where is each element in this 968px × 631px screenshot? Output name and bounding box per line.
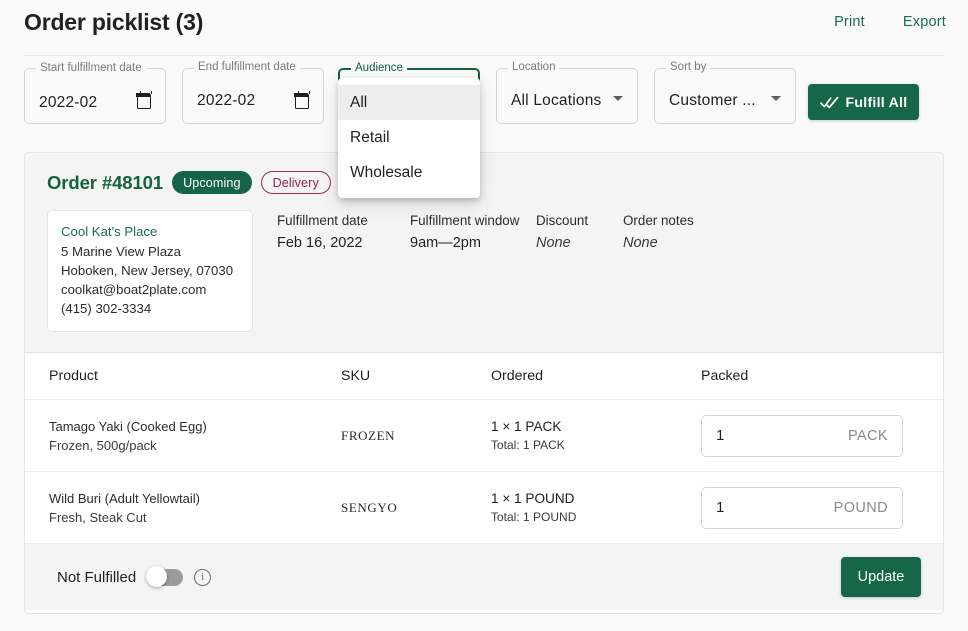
- column-header-sku: SKU: [341, 368, 371, 384]
- update-button[interactable]: Update: [841, 557, 921, 597]
- product-variant: Frozen, 500g/pack: [49, 437, 157, 453]
- export-button[interactable]: Export: [903, 14, 946, 30]
- ordered-cell: 1 × 1 PACK Total: 1 PACK: [491, 419, 701, 452]
- sort-by-value: Customer ...: [669, 92, 756, 109]
- customer-street: 5 Marine View Plaza: [61, 244, 181, 259]
- audience-label: Audience: [351, 62, 407, 75]
- order-card-footer: Not Fulfilled i Update: [25, 544, 943, 610]
- product-cell: Wild Buri (Adult Yellowtail) Fresh, Stea…: [25, 489, 341, 527]
- column-header-product: Product: [49, 368, 98, 384]
- fact-value: 9am—2pm: [410, 235, 481, 251]
- customer-name[interactable]: Cool Kat's Place: [61, 222, 239, 241]
- customer-email: coolkat@boat2plate.com: [61, 282, 207, 297]
- info-icon[interactable]: i: [194, 568, 212, 586]
- fulfill-all-label: Fulfill All: [845, 94, 908, 110]
- fact-value: None: [623, 235, 658, 251]
- fact-value: Feb 16, 2022: [277, 235, 363, 251]
- order-card-header: Order #48101 Upcoming Delivery Cool Kat'…: [25, 153, 943, 352]
- customer-phone: (415) 302-3334: [61, 301, 152, 316]
- packed-quantity-input[interactable]: 1 PACK: [701, 414, 903, 457]
- customer-address-card: Cool Kat's Place 5 Marine View Plaza Hob…: [47, 210, 253, 332]
- customer-city-state-zip: Hoboken, New Jersey, 07030: [61, 263, 234, 278]
- fulfillment-toggle-label: Not Fulfilled: [57, 568, 137, 586]
- calendar-icon[interactable]: [136, 90, 152, 109]
- table-row: Tamago Yaki (Cooked Egg) Frozen, 500g/pa…: [25, 400, 943, 472]
- audience-option-wholesale[interactable]: Wholesale: [338, 155, 480, 190]
- fact-label: Order notes: [623, 213, 694, 228]
- packed-quantity-input[interactable]: 1 POUND: [701, 486, 903, 529]
- order-info-row: Cool Kat's Place 5 Marine View Plaza Hob…: [47, 210, 921, 332]
- sort-by-label: Sort by: [666, 61, 711, 74]
- calendar-icon[interactable]: [294, 90, 310, 109]
- page-header: Order picklist (3) Print Export: [0, 0, 968, 48]
- status-badge: Upcoming: [172, 171, 252, 194]
- order-card: Order #48101 Upcoming Delivery Cool Kat'…: [24, 152, 944, 614]
- chevron-down-icon[interactable]: [613, 96, 623, 101]
- fact-value: None: [536, 235, 571, 251]
- packed-cell: 1 POUND: [701, 486, 941, 529]
- sku-cell: SENGYO: [341, 499, 491, 517]
- product-variant: Fresh, Steak Cut: [49, 509, 147, 525]
- ordered-total: Total: 1 POUND: [491, 510, 577, 524]
- header-actions: Print Export: [834, 14, 946, 30]
- start-date-field[interactable]: Start fulfillment date 2022-02: [24, 62, 166, 124]
- fulfillment-toggle-group: Not Fulfilled i: [57, 566, 212, 587]
- sku-cell: FROZEN: [341, 427, 491, 445]
- order-number[interactable]: Order #48101: [47, 172, 163, 194]
- packed-cell: 1 PACK: [701, 414, 941, 457]
- fact-label: Discount: [536, 213, 589, 228]
- location-select[interactable]: Location All Locations: [496, 61, 638, 124]
- packed-quantity-value: 1: [716, 427, 725, 444]
- fulfillment-toggle[interactable]: [146, 566, 184, 587]
- column-header-packed: Packed: [701, 368, 749, 384]
- chevron-down-icon[interactable]: [771, 96, 781, 101]
- packed-unit-label: PACK: [847, 427, 888, 444]
- product-name: Tamago Yaki (Cooked Egg): [49, 418, 207, 434]
- toggle-knob: [146, 566, 168, 587]
- end-date-label: End fulfillment date: [194, 61, 300, 74]
- ordered-cell: 1 × 1 POUND Total: 1 POUND: [491, 491, 701, 524]
- fact-fulfillment-window: Fulfillment window 9am—2pm: [410, 213, 536, 332]
- start-date-value: 2022-02: [39, 94, 98, 111]
- fulfill-all-button[interactable]: Fulfill All: [808, 84, 919, 120]
- order-title-row: Order #48101 Upcoming Delivery: [47, 171, 921, 194]
- audience-dropdown-menu[interactable]: All Retail Wholesale: [338, 78, 480, 198]
- delivery-badge: Delivery: [260, 171, 331, 194]
- order-facts: Fulfillment date Feb 16, 2022 Fulfillmen…: [277, 210, 694, 332]
- start-date-label: Start fulfillment date: [36, 62, 146, 75]
- fact-label: Fulfillment window: [410, 213, 520, 228]
- fact-discount: Discount None: [536, 213, 623, 332]
- fact-label: Fulfillment date: [277, 213, 368, 228]
- table-row: Wild Buri (Adult Yellowtail) Fresh, Stea…: [25, 472, 943, 544]
- print-button[interactable]: Print: [834, 14, 865, 30]
- page-title: Order picklist (3): [24, 9, 204, 35]
- products-table: Product SKU Ordered Packed Tamago Yaki (…: [25, 352, 943, 544]
- audience-option-all[interactable]: All: [338, 85, 480, 120]
- location-label: Location: [508, 61, 560, 74]
- sort-by-select[interactable]: Sort by Customer ...: [654, 61, 796, 124]
- end-date-field[interactable]: End fulfillment date 2022-02: [182, 61, 324, 124]
- product-name: Wild Buri (Adult Yellowtail): [49, 490, 201, 506]
- done-all-icon: [819, 96, 838, 108]
- end-date-value: 2022-02: [197, 92, 256, 109]
- location-value: All Locations: [511, 92, 602, 109]
- packed-unit-label: POUND: [833, 499, 888, 516]
- header-divider: [24, 55, 944, 56]
- column-header-ordered: Ordered: [491, 368, 544, 384]
- packed-quantity-value: 1: [716, 499, 725, 516]
- ordered-qty: 1 × 1 PACK: [491, 419, 562, 434]
- product-cell: Tamago Yaki (Cooked Egg) Frozen, 500g/pa…: [25, 417, 341, 455]
- audience-option-retail[interactable]: Retail: [338, 120, 480, 155]
- fact-order-notes: Order notes None: [623, 213, 694, 332]
- ordered-total: Total: 1 PACK: [491, 438, 565, 452]
- table-header-row: Product SKU Ordered Packed: [25, 353, 943, 400]
- ordered-qty: 1 × 1 POUND: [491, 491, 575, 506]
- order-picklist-page: Order picklist (3) Print Export Start fu…: [0, 0, 968, 631]
- fact-fulfillment-date: Fulfillment date Feb 16, 2022: [277, 213, 410, 332]
- sku-value: SENGYO: [341, 499, 398, 515]
- sku-value: FROZEN: [341, 427, 396, 443]
